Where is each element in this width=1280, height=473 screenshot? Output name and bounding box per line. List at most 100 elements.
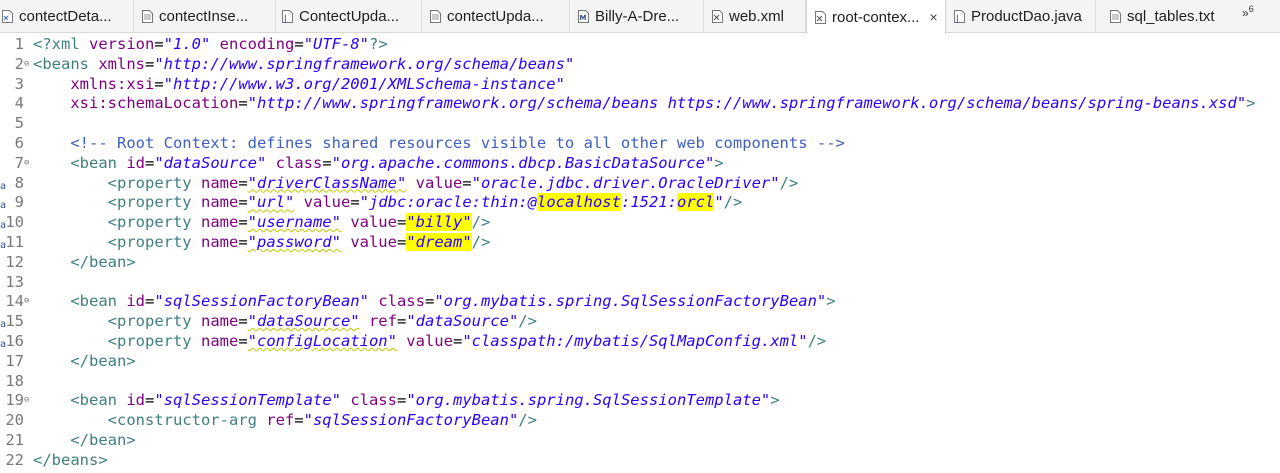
code-token: > (1246, 94, 1256, 113)
code-token: <property (33, 213, 201, 232)
code-token: encoding (210, 35, 295, 53)
tab-label: ContectUpda... (299, 8, 400, 25)
java-file-icon: J (954, 10, 965, 23)
code-line[interactable]: a 16 <property name="configLocation" valu… (0, 331, 1280, 351)
code-token: = (154, 74, 164, 93)
code-token: "password" (247, 233, 341, 251)
code-token: name (200, 213, 239, 232)
code-token: "dream" (406, 233, 472, 251)
code-token: <property (33, 233, 201, 251)
code-line[interactable]: 7 ⊖ <bean id="dataSource" class="org.apac… (0, 153, 1280, 173)
code-line[interactable]: 14 ⊖ <bean id="sqlSessionFactoryBean" cla… (0, 291, 1280, 311)
code-token: ?> (369, 35, 388, 53)
code-token: </bean> (33, 431, 136, 449)
tab-manifest[interactable]: M Billy-A-Dre... (570, 0, 704, 33)
code-token: /> (471, 213, 491, 232)
code-line[interactable]: 20 <constructor-arg ref="sqlSessionFacto… (0, 410, 1280, 430)
code-token: <property (33, 312, 201, 331)
tab-root-context-xml[interactable]: root-contex... × (806, 0, 946, 34)
code-line[interactable]: 18 (0, 371, 1280, 391)
code-line[interactable]: a8 <property name="driverClassName" valu… (0, 173, 1280, 193)
code-token: xmlns:xsi (33, 74, 155, 93)
xml-code-editor[interactable]: 1 <?xml version="1.0" encoding="UTF-8"?> 2… (0, 33, 1280, 473)
code-token: name (200, 233, 239, 251)
code-token: = (462, 173, 472, 192)
code-text: <?xml version="1.0" encoding="UTF-8"?> (33, 34, 388, 54)
tab-overflow-button[interactable]: »6 (1242, 4, 1254, 20)
code-token: "org.mybatis.spring.SqlSessionTemplate" (406, 391, 771, 410)
code-token: /> (518, 312, 537, 331)
line-number: 7 (14, 153, 24, 172)
code-token: "dataSource" (406, 312, 519, 331)
code-token: <beans (33, 54, 99, 73)
code-line[interactable]: a 11 <property name="password" value="dre… (0, 232, 1280, 252)
code-token: <?xml (33, 35, 89, 53)
code-line[interactable]: 22 </beans> (0, 450, 1280, 470)
code-text: <property name="driverClassName" value="… (33, 173, 799, 193)
code-line[interactable]: 6 <!-- Root Context: defines shared reso… (0, 133, 1280, 153)
code-line[interactable]: a 10 <property name="username" value="bil… (0, 212, 1280, 232)
fold-toggle-icon[interactable]: ⊖ (24, 54, 29, 74)
code-line[interactable]: a 15 <property name="dataSource" ref="dat… (0, 311, 1280, 331)
code-line[interactable]: 17 </bean> (0, 351, 1280, 371)
line-number: 15 (5, 312, 24, 331)
code-text: <bean id="sqlSessionFactoryBean" class="… (33, 291, 836, 311)
code-text: xmlns:xsi="http://www.w3.org/2001/XMLSch… (33, 74, 565, 94)
tab-contectdetail-xml[interactable]: contectDeta... (0, 0, 134, 33)
line-number: 17 (5, 351, 24, 370)
code-token: > (770, 391, 780, 410)
code-token: "sqlSessionFactoryBean" (303, 411, 519, 430)
tab-sql-tables-txt[interactable]: sql_tables.txt (1096, 0, 1236, 33)
tab-contectinsert-txt[interactable]: contectInse... (134, 0, 276, 33)
code-token: /> (471, 233, 491, 251)
line-number: 9 (14, 193, 24, 212)
code-text: <constructor-arg ref="sqlSessionFactoryB… (33, 410, 537, 430)
overflow-count: 6 (1248, 4, 1254, 14)
code-line[interactable]: 21 </bean> (0, 430, 1280, 450)
tab-web-xml[interactable]: web.xml (704, 0, 806, 33)
tab-productdao-java[interactable]: J ProductDao.java (946, 0, 1096, 33)
code-token: /> (779, 173, 799, 192)
code-token: "sqlSessionTemplate" (154, 391, 341, 410)
tab-contectupdate-txt[interactable]: contectUpda... (422, 0, 570, 33)
fold-toggle-icon[interactable]: ⊖ (24, 153, 29, 173)
tab-contectupdate-java[interactable]: J ContectUpda... (276, 0, 422, 33)
code-line[interactable]: 4 xsi:schemaLocation="http://www.springf… (0, 93, 1280, 113)
code-token: = (238, 332, 248, 350)
code-line[interactable]: 19 ⊖ <bean id="sqlSessionTemplate" class=… (0, 390, 1280, 410)
code-token: <bean (33, 391, 127, 410)
code-line[interactable]: 13 (0, 272, 1280, 292)
code-token: xmlns (98, 54, 145, 73)
code-token: orcl (676, 193, 715, 212)
fold-toggle-icon[interactable]: ⊖ (24, 390, 29, 410)
text-file-icon (142, 10, 153, 23)
code-token: = (238, 94, 248, 113)
line-number: 18 (5, 371, 24, 390)
fold-toggle-icon[interactable]: ⊖ (24, 291, 29, 311)
code-token: = (238, 233, 248, 251)
code-token: name (200, 193, 239, 212)
code-line[interactable]: 1 <?xml version="1.0" encoding="UTF-8"?> (0, 34, 1280, 54)
code-text: </bean> (33, 430, 136, 450)
code-token: = (145, 54, 155, 73)
code-text: <beans xmlns="http://www.springframework… (33, 54, 574, 74)
code-token: = (154, 35, 164, 53)
xml-file-icon (815, 10, 826, 24)
code-line[interactable]: a9 <property name="url" value="jdbc:orac… (0, 192, 1280, 212)
code-token: </beans> (33, 450, 108, 469)
close-icon[interactable]: × (930, 9, 938, 25)
code-line[interactable]: 12 </bean> (0, 252, 1280, 272)
code-line[interactable]: 3 xmlns:xsi="http://www.w3.org/2001/XMLS… (0, 74, 1280, 94)
line-number: 1 (14, 35, 24, 53)
tab-label: contectInse... (159, 8, 249, 25)
code-token: "UTF-8" (303, 35, 370, 53)
code-token: class (266, 153, 323, 172)
code-text: </bean> (33, 351, 135, 371)
line-number: 13 (5, 272, 24, 291)
code-line[interactable]: 2 ⊖ <beans xmlns="http://www.springframewo… (0, 54, 1280, 74)
svg-text:J: J (955, 14, 959, 23)
code-line[interactable]: 5 (0, 113, 1280, 133)
line-number: 10 (5, 213, 24, 232)
code-token: > (826, 292, 836, 311)
text-file-icon (1110, 10, 1121, 23)
